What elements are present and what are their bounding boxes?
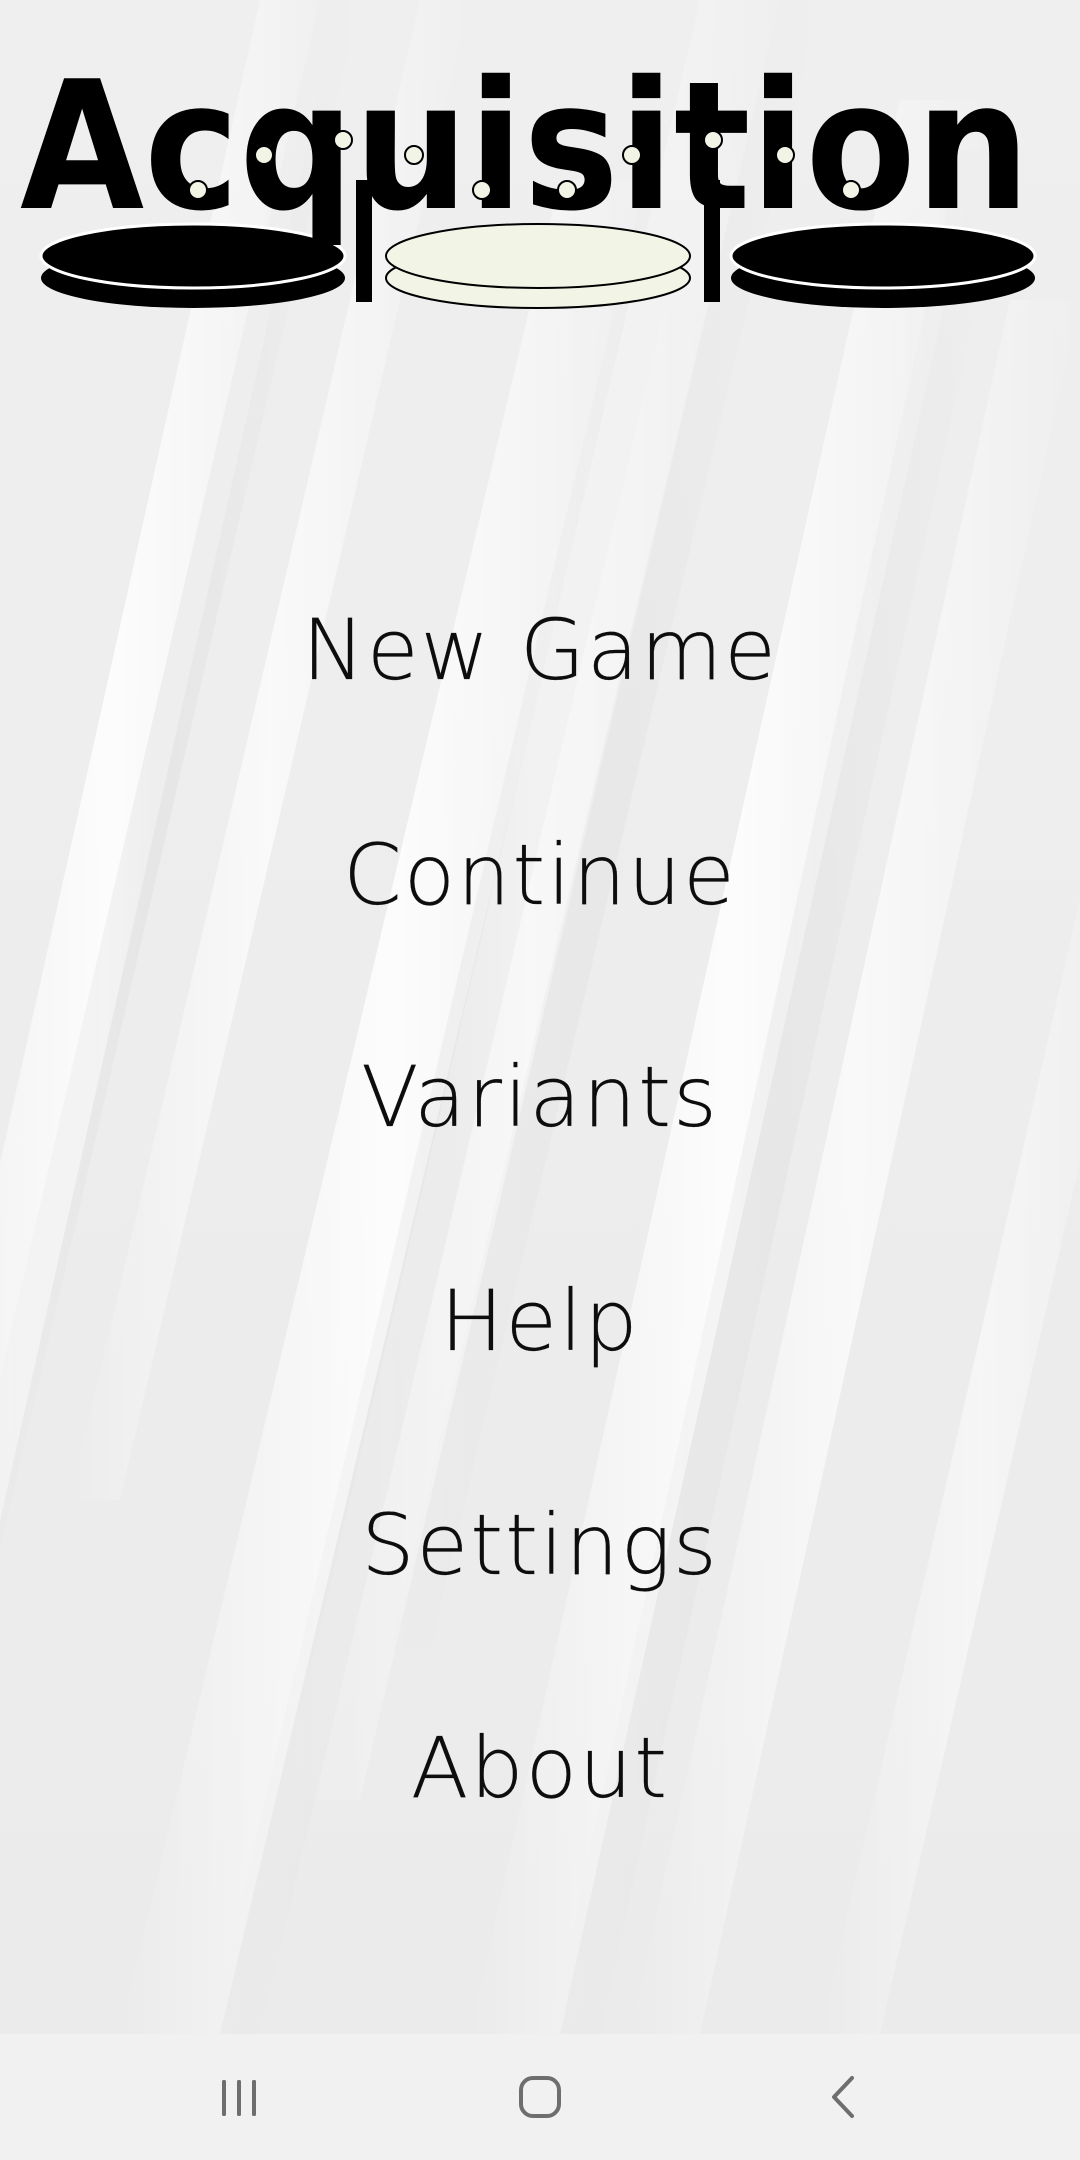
back-button[interactable] [774, 2047, 914, 2147]
continue-button[interactable]: Continue [240, 795, 840, 955]
back-icon [832, 2076, 854, 2118]
about-button[interactable]: About [240, 1688, 840, 1848]
home-icon [519, 2076, 561, 2118]
system-navigation-bar [0, 2034, 1080, 2160]
settings-button[interactable]: Settings [240, 1465, 840, 1625]
recent-apps-button[interactable] [169, 2047, 309, 2147]
main-menu-screen: Acquisition New Game Continue Variants H… [0, 0, 1080, 2034]
recent-apps-icon [222, 2080, 256, 2116]
variants-button[interactable]: Variants [240, 1017, 840, 1177]
main-menu: New Game Continue Variants Help Settings… [0, 0, 1080, 2034]
help-button[interactable]: Help [240, 1241, 840, 1401]
new-game-button[interactable]: New Game [240, 570, 840, 730]
home-button[interactable] [470, 2047, 610, 2147]
